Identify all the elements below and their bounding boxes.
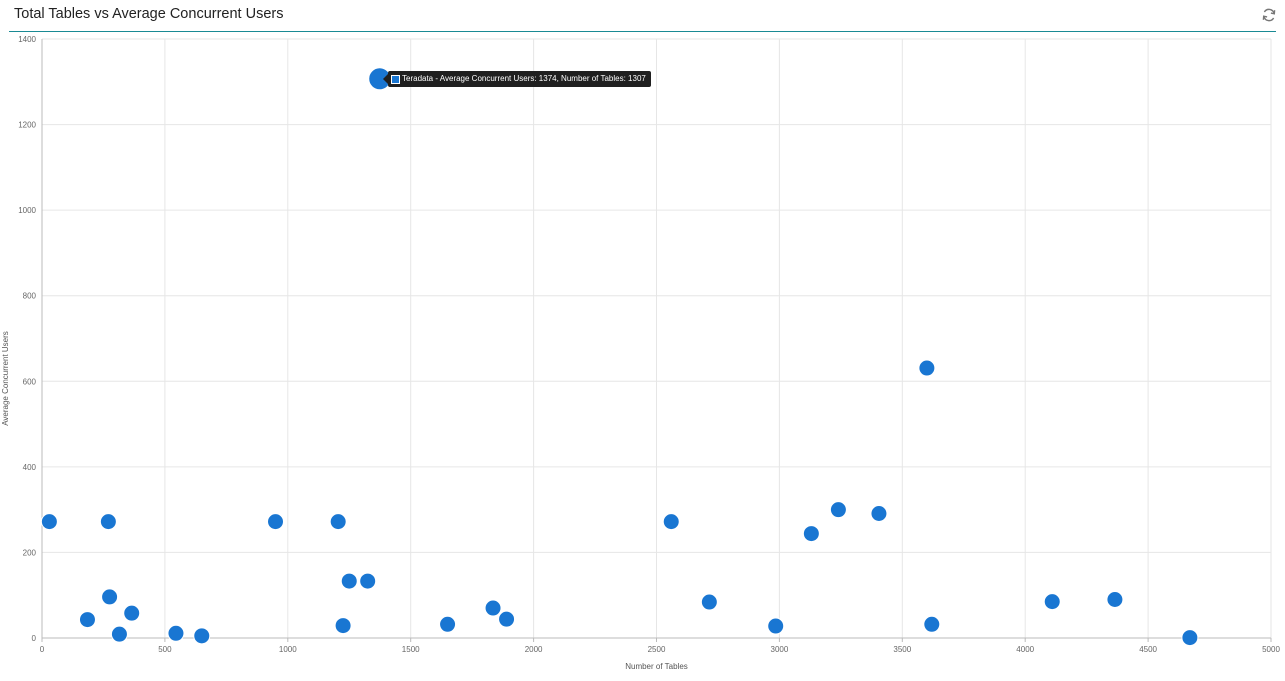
tooltip-text: Teradata - Average Concurrent Users: 137…: [402, 74, 646, 83]
data-point: [802, 525, 820, 543]
data-point: [40, 513, 58, 531]
y-axis-label: Average Concurrent Users: [1, 331, 10, 426]
data-point: [329, 513, 347, 531]
x-tick-label: 3500: [893, 645, 911, 654]
data-point: [340, 572, 358, 590]
x-tick-label: 0: [40, 645, 45, 654]
data-point: [99, 513, 117, 531]
x-tick-label: 500: [158, 645, 172, 654]
data-point: [1106, 590, 1124, 608]
x-tick-label: 2500: [648, 645, 666, 654]
data-points: [40, 67, 1199, 647]
data-point: [101, 588, 119, 606]
data-point: [267, 513, 285, 531]
x-tick-label: 1000: [279, 645, 297, 654]
data-point: [167, 624, 185, 642]
x-tick-label: 2000: [525, 645, 543, 654]
panel-header: Total Tables vs Average Concurrent Users: [0, 0, 1285, 31]
data-point: [193, 627, 211, 645]
data-point: [359, 572, 377, 590]
refresh-button[interactable]: [1259, 5, 1279, 25]
chart-panel: Total Tables vs Average Concurrent Users…: [0, 0, 1285, 681]
y-tick-labels: 0 200 400 600 800 1000 1200 1400: [18, 35, 36, 643]
y-tick-label: 0: [32, 634, 37, 643]
y-tick-label: 800: [23, 292, 37, 301]
x-tick-label: 5000: [1262, 645, 1280, 654]
data-point: [123, 604, 141, 622]
data-point: [1181, 629, 1199, 647]
scatter-chart: 0 500 1000 1500 2000 2500 3000 3500 4000 4500 5000…: [1, 35, 1281, 671]
tooltip-series-swatch: [391, 74, 400, 84]
data-point: [870, 504, 888, 522]
data-point: [498, 610, 516, 628]
data-point: [829, 501, 847, 519]
y-tick-label: 1000: [18, 206, 36, 215]
data-point: [918, 359, 936, 377]
data-point: [1043, 593, 1061, 611]
data-point: [767, 617, 785, 635]
refresh-icon: [1262, 8, 1276, 22]
y-tick-label: 200: [23, 548, 37, 557]
data-point: [334, 617, 352, 635]
data-point: [484, 599, 502, 617]
data-point: [700, 593, 718, 611]
y-tick-label: 1200: [18, 121, 36, 130]
data-point: [662, 513, 680, 531]
y-tick-label: 1400: [18, 35, 36, 44]
y-tick-label: 400: [23, 463, 37, 472]
y-tick-label: 600: [23, 377, 37, 386]
x-tick-label: 1500: [402, 645, 420, 654]
x-axis-label: Number of Tables: [625, 662, 688, 671]
point-tooltip: Teradata - Average Concurrent Users: 137…: [383, 71, 651, 87]
x-tick-label: 3000: [771, 645, 789, 654]
grid-lines: [41, 38, 1272, 639]
data-point: [439, 615, 457, 633]
x-tick-label: 4500: [1139, 645, 1157, 654]
data-point: [923, 615, 941, 633]
data-point: [110, 625, 128, 643]
data-point: [78, 611, 96, 629]
panel-title: Total Tables vs Average Concurrent Users: [14, 6, 284, 22]
x-tick-labels: 0 500 1000 1500 2000 2500 3000 3500 4000 4500 5000: [40, 645, 1281, 654]
x-tick-label: 4000: [1016, 645, 1034, 654]
